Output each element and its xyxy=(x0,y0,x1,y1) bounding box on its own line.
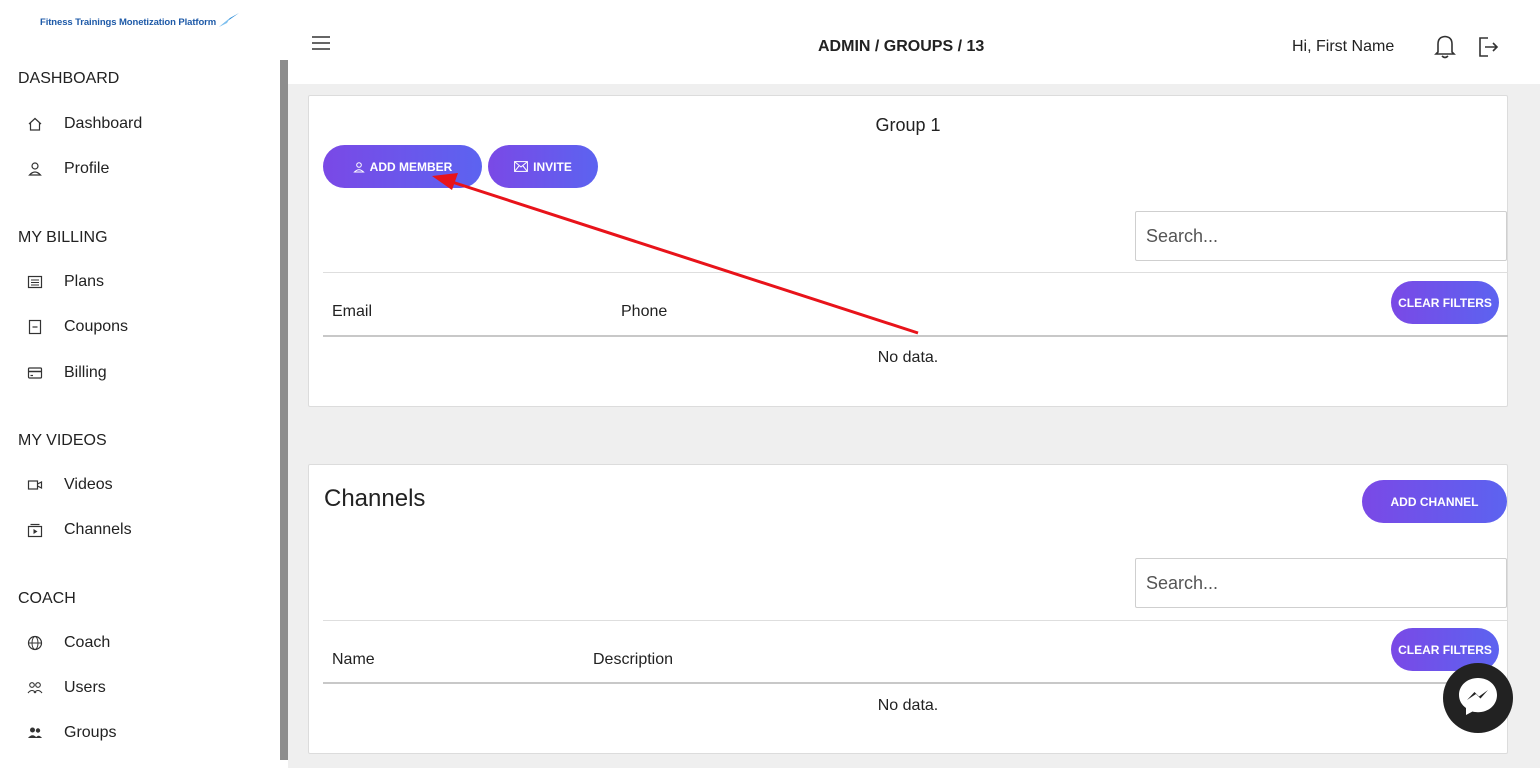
user-icon xyxy=(27,161,43,177)
section-my-billing: MY BILLING xyxy=(18,229,108,246)
add-channel-label: ADD CHANNEL xyxy=(1390,494,1479,509)
table-header-divider xyxy=(323,682,1508,684)
divider xyxy=(323,272,1508,273)
sidebar-item-videos[interactable]: Videos xyxy=(27,476,113,494)
sidebar-item-label: Users xyxy=(64,679,106,696)
user-icon xyxy=(352,161,365,173)
envelope-icon xyxy=(514,161,529,172)
sidebar-item-dashboard[interactable]: Dashboard xyxy=(27,115,142,133)
logout-icon[interactable] xyxy=(1478,36,1500,63)
list-icon xyxy=(27,274,43,290)
column-header-name[interactable]: Name xyxy=(332,651,375,669)
group-card: Group 1 ADD MEMBER INVITE CLEAR FILTERS … xyxy=(308,95,1508,407)
invite-label: INVITE xyxy=(533,159,572,174)
sidebar: Fitness Trainings Monetization Platform … xyxy=(0,0,280,768)
add-member-label: ADD MEMBER xyxy=(369,159,453,174)
hamburger-menu-icon[interactable] xyxy=(312,36,330,55)
coupon-icon xyxy=(27,319,43,335)
logo-text: Fitness Trainings Monetization Platform xyxy=(40,17,217,28)
group-title: Group 1 xyxy=(875,115,941,135)
users-icon xyxy=(27,680,43,696)
channels-card: Channels ADD CHANNEL CLEAR FILTERS Name … xyxy=(308,464,1508,754)
logo[interactable]: Fitness Trainings Monetization Platform xyxy=(40,12,240,33)
column-header-email[interactable]: Email xyxy=(332,303,372,321)
channel-search-input[interactable] xyxy=(1135,558,1507,608)
groups-icon xyxy=(27,725,43,741)
sidebar-item-label: Profile xyxy=(64,160,110,177)
main-content: ADMIN / GROUPS / 13 Hi, First Name Group… xyxy=(288,0,1540,768)
home-icon xyxy=(27,116,43,132)
user-greeting: Hi, First Name xyxy=(1292,38,1395,55)
table-header-divider xyxy=(323,335,1508,337)
sidebar-item-groups[interactable]: Groups xyxy=(27,724,116,742)
sidebar-item-coach[interactable]: Coach xyxy=(27,634,110,652)
sidebar-item-label: Dashboard xyxy=(64,115,143,132)
sidebar-item-billing[interactable]: Billing xyxy=(27,364,107,382)
sidebar-item-label: Coupons xyxy=(64,318,129,335)
messenger-icon xyxy=(1455,673,1501,724)
sidebar-item-profile[interactable]: Profile xyxy=(27,160,109,178)
globe-icon xyxy=(27,635,43,651)
channels-title: Channels xyxy=(324,485,426,512)
clear-filters-label: CLEAR FILTERS xyxy=(1398,642,1492,657)
card-icon xyxy=(27,365,43,381)
top-bar: ADMIN / GROUPS / 13 Hi, First Name xyxy=(288,0,1540,84)
sidebar-item-coupons[interactable]: Coupons xyxy=(27,318,128,336)
section-dashboard: DASHBOARD xyxy=(18,70,120,87)
divider xyxy=(323,620,1508,621)
sidebar-item-users[interactable]: Users xyxy=(27,679,106,697)
empty-table-message: No data. xyxy=(877,349,939,366)
sidebar-item-label: Coach xyxy=(64,634,111,651)
invite-button[interactable]: INVITE xyxy=(488,145,598,188)
empty-table-message: No data. xyxy=(877,697,939,714)
section-coach: COACH xyxy=(18,590,76,607)
sidebar-item-label: Channels xyxy=(64,521,132,538)
column-header-description[interactable]: Description xyxy=(593,651,673,669)
clear-filters-button[interactable]: CLEAR FILTERS xyxy=(1391,281,1499,324)
section-my-videos: MY VIDEOS xyxy=(18,432,107,449)
sidebar-item-channels[interactable]: Channels xyxy=(27,521,132,539)
plane-logo-icon xyxy=(218,12,240,33)
member-search-input[interactable] xyxy=(1135,211,1507,261)
sidebar-scrollbar[interactable] xyxy=(280,60,288,760)
sidebar-item-label: Plans xyxy=(64,273,105,290)
add-channel-button[interactable]: ADD CHANNEL xyxy=(1362,480,1507,523)
sidebar-item-label: Groups xyxy=(64,724,117,741)
channel-icon xyxy=(27,522,43,538)
breadcrumb: ADMIN / GROUPS / 13 xyxy=(818,38,985,55)
bell-icon[interactable] xyxy=(1434,33,1456,64)
video-icon xyxy=(27,477,43,493)
sidebar-item-label: Videos xyxy=(64,476,113,493)
clear-filters-label: CLEAR FILTERS xyxy=(1398,295,1492,310)
messenger-chat-button[interactable] xyxy=(1443,663,1513,733)
sidebar-item-plans[interactable]: Plans xyxy=(27,273,104,291)
add-member-button[interactable]: ADD MEMBER xyxy=(323,145,482,188)
column-header-phone[interactable]: Phone xyxy=(621,303,667,321)
sidebar-item-label: Billing xyxy=(64,364,107,381)
